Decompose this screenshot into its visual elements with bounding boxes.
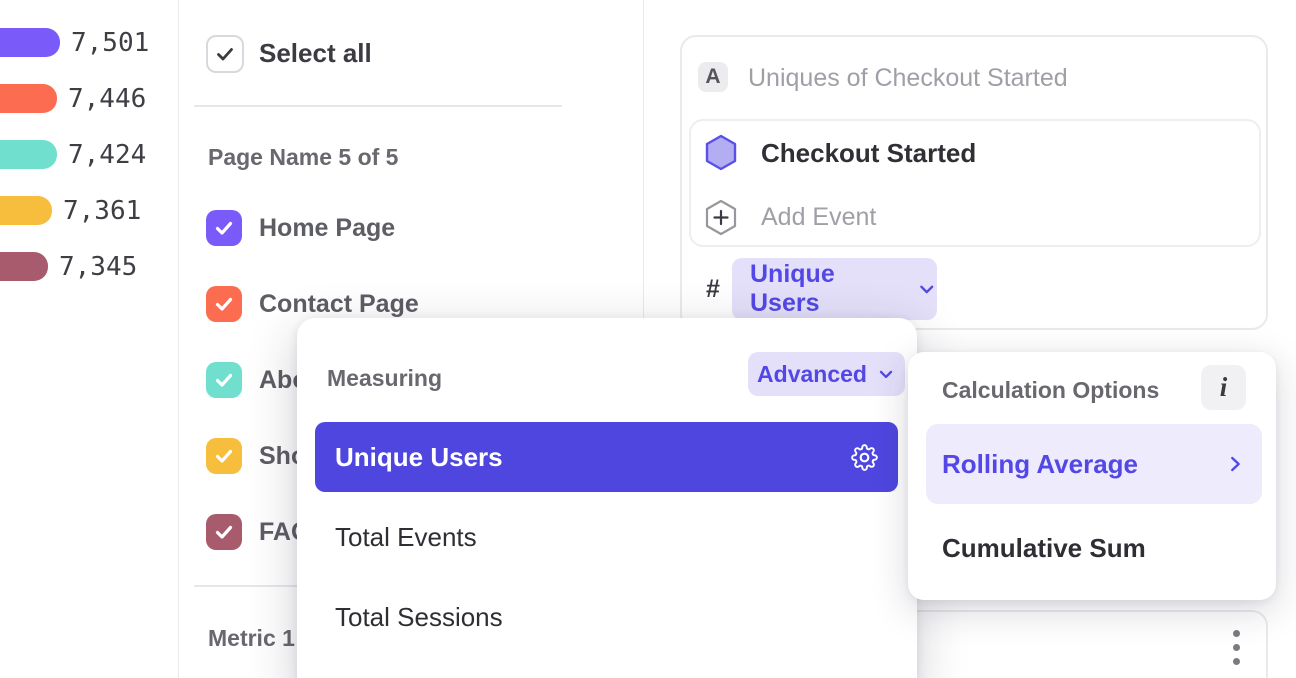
bar-segment (0, 84, 57, 113)
menu-item-total-events[interactable]: Total Events (335, 521, 477, 553)
checkbox-about[interactable] (206, 362, 242, 398)
checkbox-contact-page[interactable] (206, 286, 242, 322)
menu-item-label: Unique Users (335, 442, 503, 473)
bar-segment (0, 196, 52, 225)
checkmark-icon (212, 216, 236, 240)
checkmark-icon (212, 520, 236, 544)
bar-segment (0, 28, 60, 57)
metric-footer-label: Metric 1 (208, 624, 295, 652)
advanced-mode-label: Advanced (757, 361, 867, 388)
menu-item-unique-users[interactable]: Unique Users (315, 422, 898, 492)
gear-icon[interactable] (851, 444, 878, 471)
measuring-title: Measuring (327, 364, 442, 392)
chevron-right-icon (1224, 453, 1246, 475)
analytics-screen: 7,501 7,446 7,424 7,361 7,345 Select all… (0, 0, 1296, 678)
select-all-checkbox[interactable] (206, 35, 244, 73)
measuring-menu: Measuring Advanced Unique Users Total Ev… (297, 318, 917, 678)
advanced-mode-button[interactable]: Advanced (748, 352, 905, 396)
event-name[interactable]: Checkout Started (761, 137, 976, 169)
divider (194, 105, 562, 107)
metric-type-label: Unique Users (750, 260, 908, 318)
bar-value: 7,446 (68, 84, 146, 114)
select-all-label: Select all (259, 35, 372, 71)
bar-segment (0, 252, 48, 281)
calculation-options-title: Calculation Options (942, 376, 1159, 404)
query-builder-card: A Uniques of Checkout Started Checkout S… (680, 35, 1268, 330)
metric-type-button[interactable]: Unique Users (732, 258, 937, 320)
menu-item-cumulative-sum[interactable]: Cumulative Sum (942, 532, 1146, 564)
bar-value: 7,345 (59, 252, 137, 282)
checkmark-icon (212, 444, 236, 468)
info-glyph: i (1220, 372, 1228, 403)
menu-item-label: Rolling Average (942, 449, 1138, 480)
chevron-down-icon (876, 364, 896, 384)
menu-item-total-sessions[interactable]: Total Sessions (335, 601, 503, 633)
bar-segment (0, 140, 57, 169)
left-panel-divider (178, 0, 179, 678)
add-event-icon[interactable] (704, 199, 738, 236)
info-icon[interactable]: i (1201, 365, 1246, 410)
count-symbol: # (706, 273, 720, 305)
checkbox-label[interactable]: Home Page (259, 210, 395, 246)
checkmark-icon (213, 42, 237, 66)
checkbox-shop[interactable] (206, 438, 242, 474)
group-label: Page Name 5 of 5 (208, 143, 398, 171)
menu-item-rolling-average[interactable]: Rolling Average (926, 424, 1262, 504)
checkbox-faq[interactable] (206, 514, 242, 550)
series-a-badge: A (698, 62, 728, 92)
bar-value: 7,424 (68, 140, 146, 170)
metric-title-input[interactable]: Uniques of Checkout Started (748, 63, 1068, 93)
checkmark-icon (212, 368, 236, 392)
calculation-options-menu: Calculation Options i Rolling Average Cu… (908, 352, 1276, 600)
event-hexagon-icon (704, 134, 738, 171)
bar-value: 7,361 (63, 196, 141, 226)
checkmark-icon (212, 292, 236, 316)
checkbox-home-page[interactable] (206, 210, 242, 246)
chevron-down-icon (916, 278, 938, 300)
bar-value: 7,501 (71, 28, 149, 58)
add-event-label[interactable]: Add Event (761, 202, 876, 232)
event-list-card: Checkout Started Add Event (689, 119, 1261, 247)
checkbox-label[interactable]: Contact Page (259, 286, 419, 322)
kebab-menu-icon[interactable] (1232, 630, 1240, 665)
